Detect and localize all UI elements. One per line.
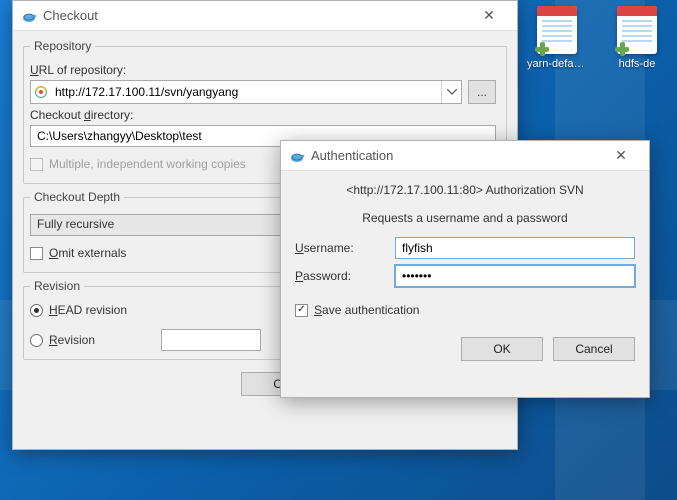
notepad-icon bbox=[617, 6, 657, 54]
username-label: Username: bbox=[295, 241, 395, 255]
desktop-icon-label: hdfs-de bbox=[619, 58, 656, 70]
head-revision-radio[interactable]: HEAD revision bbox=[30, 303, 127, 317]
revision-label: Revision bbox=[49, 333, 95, 347]
desktop-icons: yarn-defau… hdfs-de bbox=[527, 6, 667, 70]
desktop-icon-label: yarn-defau… bbox=[527, 58, 587, 70]
auth-title: Authentication bbox=[311, 148, 601, 163]
tortoise-icon bbox=[21, 8, 37, 24]
desktop: yarn-defau… hdfs-de Checkout ✕ bbox=[0, 0, 677, 500]
radio-icon bbox=[30, 334, 43, 347]
cancel-button[interactable]: Cancel bbox=[553, 337, 635, 361]
repository-legend: Repository bbox=[30, 39, 95, 53]
auth-client: <http://172.17.100.11:80> Authorization … bbox=[281, 171, 649, 371]
username-input[interactable] bbox=[395, 237, 635, 259]
auth-titlebar[interactable]: Authentication ✕ bbox=[281, 141, 649, 171]
multi-checkbox: Multiple, independent working copies bbox=[30, 157, 246, 171]
desktop-icon-yarn[interactable]: yarn-defau… bbox=[527, 6, 587, 70]
multi-label: Multiple, independent working copies bbox=[49, 157, 246, 171]
auth-realm: <http://172.17.100.11:80> Authorization … bbox=[295, 183, 635, 197]
notepad-icon bbox=[537, 6, 577, 54]
checkbox-box-icon: ✓ bbox=[295, 304, 308, 317]
save-auth-label: Save authentication bbox=[314, 303, 419, 317]
auth-buttons: OK Cancel bbox=[295, 337, 635, 361]
password-input[interactable] bbox=[395, 265, 635, 287]
revision-input[interactable] bbox=[161, 329, 261, 351]
auth-prompt: Requests a username and a password bbox=[295, 211, 635, 225]
password-label: Password: bbox=[295, 269, 395, 283]
browse-repo-button[interactable]: ... bbox=[468, 80, 496, 104]
close-icon[interactable]: ✕ bbox=[601, 141, 641, 170]
omit-externals-label: Omit externals bbox=[49, 246, 126, 260]
dir-label: Checkout directory: bbox=[30, 108, 496, 122]
omit-externals-checkbox[interactable]: Omit externals bbox=[30, 246, 126, 260]
revision-radio[interactable]: Revision bbox=[30, 333, 95, 347]
checkbox-box-icon bbox=[30, 247, 43, 260]
checkbox-box-icon bbox=[30, 158, 43, 171]
head-revision-label: HEAD revision bbox=[49, 303, 127, 317]
ok-button[interactable]: OK bbox=[461, 337, 543, 361]
revision-legend: Revision bbox=[30, 279, 84, 293]
depth-legend: Checkout Depth bbox=[30, 190, 124, 204]
url-input[interactable] bbox=[51, 81, 441, 103]
checkout-titlebar[interactable]: Checkout ✕ bbox=[13, 1, 517, 31]
auth-dialog: Authentication ✕ <http://172.17.100.11:8… bbox=[280, 140, 650, 398]
desktop-icon-hdfs[interactable]: hdfs-de bbox=[607, 6, 667, 70]
radio-icon bbox=[30, 304, 43, 317]
save-auth-checkbox[interactable]: ✓ Save authentication bbox=[295, 303, 419, 317]
svn-repo-icon bbox=[31, 81, 51, 103]
url-combobox[interactable] bbox=[30, 80, 462, 104]
chevron-down-icon[interactable] bbox=[441, 81, 461, 103]
checkout-title: Checkout bbox=[43, 8, 469, 23]
url-label: URL of repository: bbox=[30, 63, 496, 77]
tortoise-icon bbox=[289, 148, 305, 164]
close-icon[interactable]: ✕ bbox=[469, 1, 509, 30]
